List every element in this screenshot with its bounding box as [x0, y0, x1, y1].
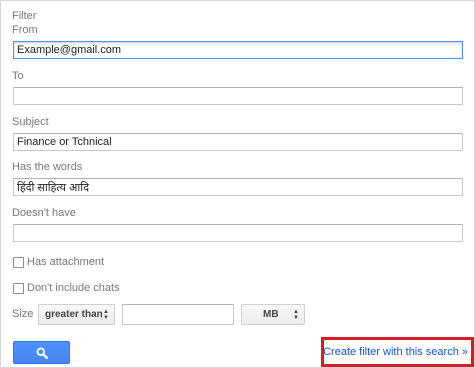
subject-label: Subject [12, 116, 49, 128]
size-unit-select[interactable]: MB ▲ ▼ [241, 304, 305, 325]
size-value-input[interactable] [122, 304, 234, 325]
size-comparator-value: greater than [45, 309, 103, 320]
from-label: From [12, 24, 38, 36]
has-words-label: Has the words [12, 161, 83, 173]
create-filter-highlight: Create filter with this search » [321, 337, 474, 367]
select-arrows-icon: ▲ ▼ [103, 309, 109, 321]
dont-include-chats-option[interactable]: Don't include chats [13, 282, 120, 294]
filter-dialog: Filter From To Subject Has the words Doe… [0, 0, 475, 368]
has-words-input[interactable] [13, 178, 463, 196]
has-attachment-option[interactable]: Has attachment [13, 256, 104, 268]
from-input[interactable] [13, 41, 463, 59]
dont-include-chats-checkbox[interactable] [13, 282, 24, 294]
to-input[interactable] [13, 87, 463, 105]
size-unit-value: MB [263, 309, 279, 320]
select-arrows-icon: ▲ ▼ [293, 309, 299, 321]
filter-title: Filter [12, 10, 37, 22]
doesnt-have-label: Doesn't have [12, 207, 76, 219]
size-label: Size [12, 308, 34, 320]
has-attachment-checkbox[interactable] [13, 256, 24, 268]
has-attachment-label: Has attachment [27, 256, 105, 268]
subject-input[interactable] [13, 133, 463, 151]
to-label: To [12, 70, 24, 82]
doesnt-have-input[interactable] [13, 224, 463, 242]
search-icon [36, 347, 48, 359]
search-button[interactable] [13, 341, 70, 364]
size-comparator-select[interactable]: greater than ▲ ▼ [38, 304, 115, 325]
create-filter-link[interactable]: Create filter with this search » [323, 346, 468, 358]
dont-include-chats-label: Don't include chats [27, 282, 120, 294]
